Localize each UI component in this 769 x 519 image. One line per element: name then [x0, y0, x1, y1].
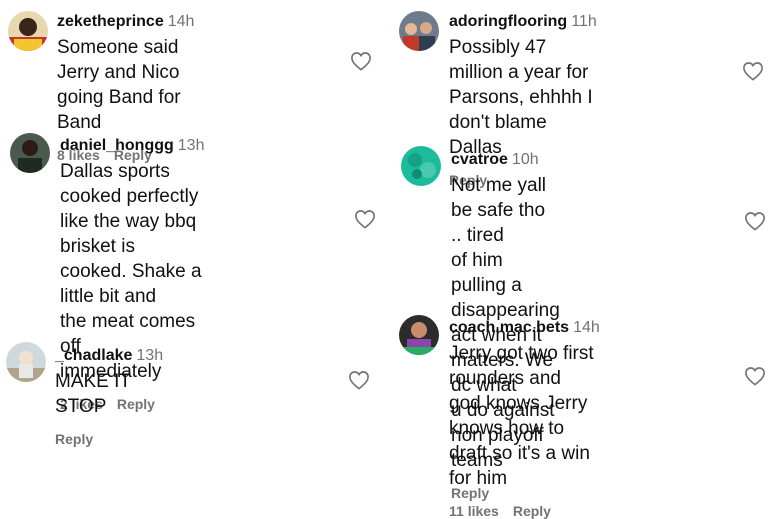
username[interactable]: cvatroe — [451, 151, 508, 168]
timestamp: 14h — [573, 319, 600, 336]
username[interactable]: coach.mac.bets — [449, 319, 569, 336]
timestamp: 13h — [136, 347, 164, 364]
timestamp: 11h — [571, 13, 597, 30]
avatar[interactable] — [401, 146, 441, 186]
timestamp: 14h — [167, 13, 195, 30]
avatar[interactable] — [399, 11, 439, 51]
heart-outline-icon[interactable] — [354, 209, 376, 229]
comment-text: Someone said Jerry and Nico going Band f… — [57, 37, 181, 133]
avatar[interactable] — [399, 315, 439, 355]
timestamp: 10h — [511, 151, 539, 168]
username[interactable]: adoringflooring — [449, 13, 567, 30]
reply-button[interactable]: Reply — [513, 503, 551, 519]
username[interactable]: _chadlake — [55, 347, 132, 364]
heart-outline-icon[interactable] — [744, 366, 766, 386]
comment-text: Possibly 47 million a year for Parsons, … — [449, 37, 593, 158]
username[interactable]: zeketheprince — [57, 13, 164, 30]
reply-button[interactable]: Reply — [55, 431, 93, 447]
timestamp: 13h — [177, 137, 205, 154]
heart-outline-icon[interactable] — [742, 61, 764, 81]
heart-outline-icon[interactable] — [348, 370, 370, 390]
avatar[interactable] — [8, 11, 48, 51]
heart-outline-icon[interactable] — [744, 211, 766, 231]
avatar[interactable] — [10, 133, 50, 173]
comment-text: MAKE IT STOP — [55, 371, 131, 417]
avatar[interactable] — [6, 342, 46, 382]
comment-text: Jerry got two first rounders and god kno… — [449, 343, 594, 489]
likes-count[interactable]: 11 likes — [449, 503, 499, 519]
heart-outline-icon[interactable] — [350, 51, 372, 71]
username[interactable]: daniel_honggg — [60, 137, 174, 154]
